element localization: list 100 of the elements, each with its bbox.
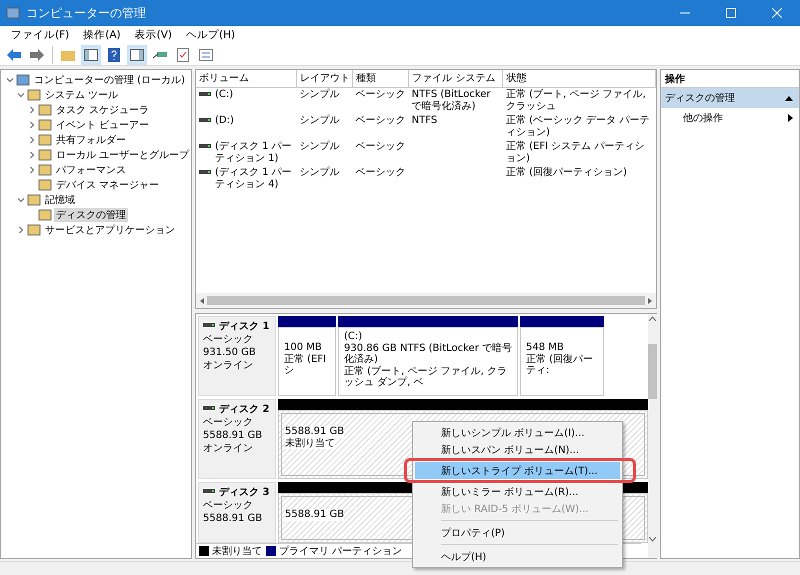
properties-icon [199, 48, 213, 60]
partition-size: 930.86 GB NTFS (BitLocker で暗号化済み) [344, 342, 512, 366]
partition-block[interactable]: 548 MB 正常 (回復パーティ: [520, 327, 604, 396]
column-header[interactable]: 種類 [352, 70, 409, 87]
drive-icon [199, 118, 211, 122]
triangle-up-icon [785, 96, 793, 100]
triangle-right-icon [788, 114, 793, 122]
disk-info-panel[interactable]: ディスク 2 ベーシック 5588.91 GB オンライン [198, 399, 276, 479]
maximize-icon [726, 8, 736, 18]
scroll-right-icon [647, 298, 653, 304]
partition-bar [278, 316, 336, 327]
table-cell: ベーシック [355, 166, 406, 178]
disk-status: オンライン [203, 359, 254, 372]
partition-size: 100 MB [284, 342, 322, 354]
disk-status: オンライン [203, 442, 254, 455]
drive-icon [199, 144, 211, 148]
tree-item[interactable]: デバイス マネージャー [54, 178, 162, 192]
chevron-up-icon [649, 316, 656, 321]
scroll-left-icon [199, 298, 205, 304]
chevron-down-icon[interactable] [6, 76, 14, 84]
plug-icon [153, 50, 167, 58]
tree-item[interactable]: コンピューターの管理 (ローカル) [32, 72, 187, 86]
pane-icon [84, 48, 98, 60]
arrow-left-icon [7, 48, 21, 60]
partition-block[interactable]: (C:) 930.86 GB NTFS (BitLocker で暗号化済み) 正常 (ブート, ページ ファイル, クラッシュ ダンプ, ベ [338, 327, 518, 396]
table-cell: (D:) [215, 114, 234, 126]
action-pane-button[interactable] [127, 44, 147, 64]
action-item[interactable]: 他の操作 [661, 108, 799, 128]
table-cell: NTFS [412, 114, 438, 126]
scrollbar[interactable] [196, 293, 656, 308]
disk-type: ベーシック [203, 499, 254, 512]
chevron-down-icon[interactable] [17, 196, 25, 204]
disk-info-panel[interactable]: ディスク 3 ベーシック 5588.91 GB [198, 482, 276, 543]
scrollbar[interactable] [648, 314, 657, 558]
chevron-right-icon[interactable] [28, 136, 36, 144]
tree-item[interactable]: 共有フォルダー [54, 132, 128, 146]
menu-item[interactable]: ファイル(F) [4, 26, 76, 44]
table-cell: 正常 (回復パーティション) [506, 166, 627, 178]
disk-size: 5588.91 GB [203, 429, 264, 442]
disk-type: ベーシック [203, 333, 254, 346]
context-menu-item[interactable]: 新しいシンプル ボリューム(I)... [415, 424, 620, 441]
tree-item[interactable]: 記憶域 [43, 192, 77, 206]
actions-section[interactable]: ディスクの管理 [661, 88, 799, 108]
table-cell: ベーシック [355, 114, 406, 126]
minimize-icon [680, 12, 690, 14]
tree-item[interactable]: ローカル ユーザーとグループ [54, 148, 191, 162]
disk-info-panel[interactable]: ディスク 1 ベーシック 931.50 GB オンライン [198, 316, 276, 396]
table-cell-text: (ディスク 1 パーティション 1) [215, 140, 293, 164]
context-menu-item[interactable]: 新しいスパン ボリューム(N)... [415, 441, 620, 458]
menu-item[interactable]: ヘルプ(H) [179, 26, 242, 44]
table-cell: シンプル [299, 140, 340, 152]
menu-item[interactable]: 操作(A) [76, 26, 128, 44]
column-header[interactable]: 状態 [502, 70, 656, 87]
partition-size: 5588.91 GB [285, 509, 344, 520]
checklist-icon [177, 48, 189, 62]
scrollbar-thumb[interactable] [648, 344, 657, 399]
disk-size: 931.50 GB [203, 346, 257, 359]
disk-name: ディスク 2 [219, 403, 270, 416]
tree-item[interactable]: イベント ビューアー [54, 118, 152, 132]
partition-size: 5588.91 GB [285, 426, 344, 438]
chevron-right-icon[interactable] [28, 166, 36, 174]
scrollbar-thumb[interactable] [207, 296, 645, 305]
table-cell: ベーシック [355, 88, 406, 100]
partition-block[interactable]: 100 MB 正常 (EFI シ [278, 327, 336, 396]
column-header[interactable]: ファイル システム [408, 70, 503, 87]
context-menu-item[interactable]: 新しいストライプ ボリューム(T)... [415, 462, 620, 479]
chevron-right-icon[interactable] [17, 226, 25, 234]
table-cell: ベーシック [355, 140, 406, 152]
disk-name: ディスク 1 [219, 320, 270, 333]
close-icon [772, 8, 782, 18]
legend-label: プライマリ パーティション [279, 544, 402, 558]
tree-item[interactable]: システム ツール [43, 88, 120, 102]
chevron-right-icon[interactable] [28, 150, 36, 158]
partition-status: 未割り当て [285, 438, 335, 449]
context-menu-item[interactable]: 新しいミラー ボリューム(R)... [415, 483, 620, 500]
context-menu-item[interactable]: ヘルプ(H) [415, 548, 620, 565]
table-cell: 正常 (EFI システム パーティション) [506, 140, 644, 164]
chevron-down-icon [649, 537, 656, 542]
disk-name: ディスク 3 [219, 486, 270, 499]
tree-item[interactable]: サービスとアプリケーション [43, 222, 177, 236]
tree-item[interactable]: ディスクの管理 [54, 208, 128, 222]
window-title: コンピューターの管理 [26, 4, 147, 22]
column-header[interactable]: レイアウト [296, 70, 352, 87]
disk-size: 5588.91 GB [203, 512, 264, 525]
legend-label: 未割り当て [212, 544, 262, 558]
section-label: ディスクの管理 [665, 92, 735, 105]
pane-toggle-button[interactable] [81, 44, 101, 64]
pane-icon [130, 48, 144, 60]
table-cell-text: (ディスク 1 パーティション 4) [215, 166, 293, 190]
drive-icon [203, 323, 215, 328]
chevron-right-icon[interactable] [28, 120, 36, 128]
chevron-down-icon[interactable] [17, 90, 25, 98]
column-header[interactable]: ボリューム [196, 70, 296, 87]
chevron-right-icon[interactable] [28, 106, 36, 114]
computer-icon [6, 6, 20, 20]
context-menu-item[interactable]: プロパティ(P) [415, 524, 620, 541]
partition-volume: (C:) [344, 331, 362, 342]
menu-item[interactable]: 表示(V) [128, 26, 180, 44]
tree-item[interactable]: タスク スケジューラ [54, 102, 152, 116]
tree-item[interactable]: パフォーマンス [54, 162, 128, 176]
